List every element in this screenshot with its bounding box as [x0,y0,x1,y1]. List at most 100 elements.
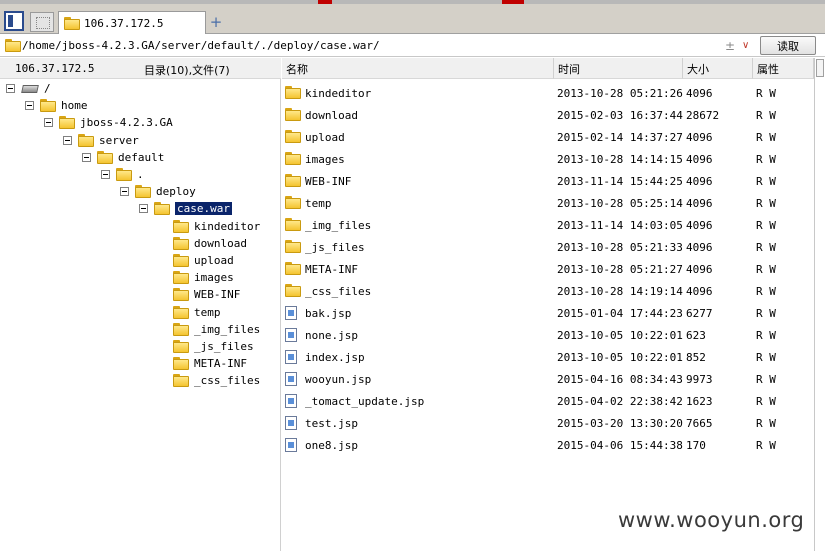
file-size: 4096 [686,263,713,276]
tree-node[interactable]: _css_files [173,372,260,389]
tree-node[interactable]: . [101,166,144,183]
file-list-pane: 名称 时间 大小 属性 kindeditor 2013-10-28 05:21:2… [282,58,825,551]
file-size: 4096 [686,219,713,232]
file-row[interactable]: images 2013-10-28 14:14:15 4096 R W [282,148,814,170]
file-name: index.jsp [305,351,365,364]
tree-node[interactable]: home [25,97,88,114]
tree-node[interactable]: deploy [120,183,196,200]
file-attr: R W [756,439,776,452]
tree-node[interactable]: download [173,235,247,252]
file-size: 4096 [686,87,713,100]
tree-node[interactable]: case.war [139,200,232,217]
file-name: WEB-INF [305,175,352,188]
file-attr: R W [756,219,776,232]
file-name: images [305,153,345,166]
file-row[interactable]: _tomact_update.jsp 2015-04-02 22:38:42 162… [282,390,814,412]
collapse-toggle-icon[interactable] [139,204,148,214]
file-row[interactable]: _css_files 2013-10-28 14:19:14 4096 R W [282,280,814,302]
collapse-toggle-icon[interactable] [82,152,91,162]
file-row[interactable]: bak.jsp 2015-01-04 17:44:23 6277 R W [282,302,814,324]
collapse-toggle-icon[interactable] [101,170,110,179]
pin-icon[interactable]: ± [725,38,737,54]
file-icon [285,416,297,430]
file-row[interactable]: none.jsp 2013-10-05 10:22:01 623 R W [282,324,814,346]
file-row[interactable]: META-INF 2013-10-28 05:21:27 4096 R W [282,258,814,280]
folder-icon [64,16,80,30]
tree-node[interactable]: WEB-INF [173,286,240,303]
scrollbar-thumb[interactable] [816,59,824,77]
folder-icon [173,374,189,388]
file-size: 4096 [686,197,713,210]
tree-node[interactable]: temp [173,304,221,321]
collapse-toggle-icon[interactable] [25,101,34,111]
folder-icon [285,262,301,275]
file-time: 2015-01-04 17:44:23 [557,307,683,320]
folder-icon [173,357,189,371]
column-header-size[interactable]: 大小 [683,58,753,79]
tree-node-label: _img_files [194,322,261,336]
file-row[interactable]: test.jsp 2015-03-20 13:30:20 7665 R W [282,412,814,434]
file-name: wooyun.jsp [305,373,372,386]
add-tab-button[interactable]: + [209,13,223,31]
tree-node[interactable]: kindeditor [173,218,260,235]
column-header-name[interactable]: 名称 [282,58,554,79]
file-row[interactable]: download 2015-02-03 16:37:44 28672 R W [282,104,814,126]
vertical-scrollbar[interactable] [814,58,825,551]
file-name: test.jsp [305,417,358,430]
path-input[interactable] [22,37,756,55]
tree-node[interactable]: _img_files [173,321,260,338]
tree-node-label: default [118,150,165,164]
tree-node-label: . [137,168,144,181]
file-name: META-INF [305,263,358,276]
file-size: 623 [686,329,706,342]
file-row[interactable]: upload 2015-02-14 14:37:27 4096 R W [282,126,814,148]
file-name: _tomact_update.jsp [305,395,425,408]
file-time: 2013-11-14 15:44:25 [557,175,683,188]
tree-node-label: images [194,271,234,285]
sidebar-toggle-icon[interactable] [4,11,24,31]
tree-node[interactable]: server [63,132,139,149]
file-name: _css_files [305,285,372,298]
file-size: 28672 [686,109,720,122]
file-name: temp [305,197,332,210]
folder-icon [173,236,189,250]
tree-header: 106.37.172.5 目录(10),文件(7) [0,58,281,79]
file-size: 4096 [686,153,713,166]
file-attr: R W [756,329,776,342]
tree-node[interactable]: upload [173,252,234,269]
tree-node[interactable]: META-INF [173,355,247,372]
file-time: 2013-10-28 05:25:14 [557,197,683,210]
tree-node[interactable]: default [82,149,164,166]
file-row[interactable]: _js_files 2013-10-28 05:21:33 4096 R W [282,236,814,258]
collapse-toggle-icon[interactable] [6,84,15,93]
tree-node[interactable]: jboss-4.2.3.GA [44,114,173,131]
read-button[interactable]: 读取 [760,36,816,55]
file-size: 4096 [686,175,713,188]
chevron-down-icon[interactable]: ∨ [742,39,754,53]
tree-node[interactable]: / [6,80,51,97]
file-row[interactable]: wooyun.jsp 2015-04-16 08:34:43 9973 R W [282,368,814,390]
collapse-toggle-icon[interactable] [63,135,72,145]
tree-node-label: jboss-4.2.3.GA [80,116,173,130]
file-attr: R W [756,153,776,166]
tree-node[interactable]: _js_files [173,338,254,355]
file-time: 2013-10-28 05:21:26 [557,87,683,100]
file-row[interactable]: WEB-INF 2013-11-14 15:44:25 4096 R W [282,170,814,192]
tree-node-label: kindeditor [194,219,261,233]
tree-node[interactable]: images [173,269,234,286]
column-header-attr[interactable]: 属性 [753,58,814,79]
file-row[interactable]: index.jsp 2013-10-05 10:22:01 852 R W [282,346,814,368]
file-row[interactable]: one8.jsp 2015-04-06 15:44:38 170 R W [282,434,814,456]
file-attr: R W [756,197,776,210]
file-row[interactable]: temp 2013-10-28 05:25:14 4096 R W [282,192,814,214]
collapse-toggle-icon[interactable] [120,187,129,197]
file-row[interactable]: kindeditor 2013-10-28 05:21:26 4096 R W [282,82,814,104]
file-row[interactable]: _img_files 2013-11-14 14:03:05 4096 R W [282,214,814,236]
tab-blank[interactable] [30,12,54,32]
file-icon [285,438,297,452]
collapse-toggle-icon[interactable] [44,118,53,128]
column-header-time[interactable]: 时间 [554,58,683,79]
folder-icon [285,174,301,187]
tab-host[interactable]: 106.37.172.5 [58,11,206,34]
file-icon [285,394,297,408]
